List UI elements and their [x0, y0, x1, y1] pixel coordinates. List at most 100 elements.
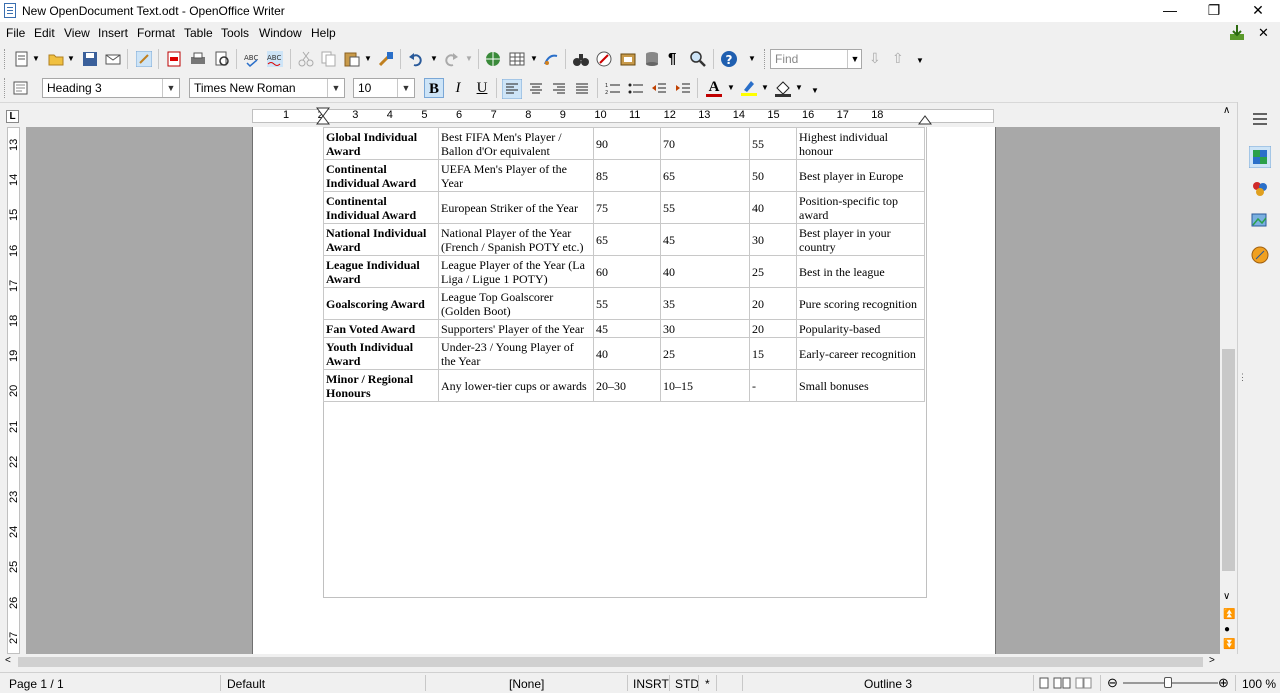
points-cell-1[interactable]: 65 — [593, 223, 661, 256]
find-next-icon[interactable]: ⇩ — [869, 50, 881, 67]
help-icon[interactable]: ? — [721, 51, 737, 67]
restore-button[interactable]: ❐ — [1192, 0, 1236, 22]
insert-mode[interactable]: INSRT — [633, 677, 669, 691]
points-cell-2[interactable]: 70 — [660, 127, 750, 160]
print-preview-icon[interactable] — [214, 51, 230, 67]
table-row[interactable]: Minor / Regional Honours Any lower-tier c… — [323, 369, 925, 402]
table-row[interactable]: Global Individual Award Best FIFA Men's P… — [323, 127, 925, 160]
update-download-icon[interactable] — [1228, 24, 1246, 42]
export-pdf-icon[interactable] — [166, 51, 182, 67]
toolbar-grip[interactable] — [4, 49, 8, 69]
email-icon[interactable] — [105, 51, 121, 67]
points-cell-3[interactable]: 15 — [749, 337, 797, 370]
language-status[interactable]: [None] — [509, 677, 544, 691]
menu-help[interactable]: Help — [311, 26, 336, 40]
points-cell-2[interactable]: 25 — [660, 337, 750, 370]
draw-functions-icon[interactable] — [543, 51, 559, 67]
document-area[interactable]: Global Individual Award Best FIFA Men's P… — [26, 127, 1220, 654]
sidebar-menu-icon[interactable] — [1252, 112, 1268, 126]
award-name-cell[interactable]: League Player of the Year (La Liga / Lig… — [438, 255, 594, 288]
single-page-view-icon[interactable] — [1038, 677, 1050, 689]
scroll-left-icon[interactable]: < — [5, 655, 11, 666]
award-category-cell[interactable]: Fan Voted Award — [323, 319, 439, 338]
increase-indent-icon[interactable] — [675, 81, 691, 97]
bold-button[interactable]: B — [424, 78, 444, 98]
points-cell-2[interactable]: 65 — [660, 159, 750, 192]
menu-window[interactable]: Window — [259, 26, 302, 40]
menu-file[interactable]: File — [6, 26, 25, 40]
chevron-down-icon[interactable]: ▼ — [162, 79, 179, 97]
properties-icon[interactable] — [1249, 146, 1271, 168]
font-color-dropdown-icon[interactable]: ▼ — [727, 83, 735, 92]
scroll-right-icon[interactable]: > — [1209, 655, 1215, 666]
menu-edit[interactable]: Edit — [34, 26, 55, 40]
award-category-cell[interactable]: Minor / Regional Honours — [323, 369, 439, 402]
award-category-cell[interactable]: National Individual Award — [323, 223, 439, 256]
font-name-select[interactable]: Times New Roman ▼ — [189, 78, 345, 98]
award-name-cell[interactable]: Under-23 / Young Player of the Year — [438, 337, 594, 370]
scroll-down-icon[interactable]: ∨ — [1223, 591, 1230, 602]
toolbar-overflow-icon[interactable]: ▼ — [748, 54, 756, 63]
spellcheck-icon[interactable]: ABC — [244, 51, 260, 67]
justify-icon[interactable] — [574, 81, 590, 97]
points-cell-3[interactable]: 55 — [749, 127, 797, 160]
sidebar-collapse-handle[interactable]: ⋮ — [1238, 372, 1247, 383]
table-row[interactable]: Continental Individual Award UEFA Men's P… — [323, 159, 925, 192]
award-category-cell[interactable]: Youth Individual Award — [323, 337, 439, 370]
notes-cell[interactable]: Best in the league — [796, 255, 925, 288]
undo-icon[interactable] — [408, 51, 424, 67]
notes-cell[interactable]: Early-career recognition — [796, 337, 925, 370]
navigator-sidebar-icon[interactable] — [1251, 246, 1269, 264]
save-icon[interactable] — [82, 51, 98, 67]
decrease-indent-icon[interactable] — [651, 81, 667, 97]
data-sources-icon[interactable] — [644, 51, 660, 67]
new-dropdown-icon[interactable]: ▼ — [32, 54, 40, 63]
multi-page-view-icon[interactable] — [1053, 677, 1071, 689]
scroll-up-icon[interactable]: ∧ — [1223, 105, 1230, 116]
find-toolbar-overflow-icon[interactable]: ▼ — [916, 56, 924, 65]
award-category-cell[interactable]: Continental Individual Award — [323, 159, 439, 192]
numbering-icon[interactable]: 12 — [605, 81, 621, 97]
align-left-icon[interactable] — [502, 79, 522, 99]
menu-tools[interactable]: Tools — [221, 26, 249, 40]
next-page-icon[interactable]: ⏬ — [1223, 639, 1235, 650]
table-row[interactable]: Goalscoring Award League Top Goalscorer (… — [323, 287, 925, 320]
chevron-down-icon[interactable]: ▼ — [397, 79, 414, 97]
font-size-select[interactable]: 10 ▼ — [353, 78, 415, 98]
points-cell-2[interactable]: 10–15 — [660, 369, 750, 402]
zoom-in-icon[interactable]: ⊕ — [1218, 675, 1229, 691]
new-document-icon[interactable] — [14, 51, 30, 67]
book-view-icon[interactable] — [1075, 677, 1093, 689]
underline-button[interactable]: U — [472, 78, 492, 98]
open-dropdown-icon[interactable]: ▼ — [67, 54, 75, 63]
points-cell-2[interactable]: 30 — [660, 319, 750, 338]
right-indent-marker-icon[interactable] — [918, 107, 932, 125]
vertical-ruler[interactable]: 13 14 15 16 17 18 19 20 21 22 23 24 25 26 27 — [0, 127, 26, 654]
align-right-icon[interactable] — [551, 81, 567, 97]
print-icon[interactable] — [190, 51, 206, 67]
document-page[interactable]: Global Individual Award Best FIFA Men's P… — [252, 127, 996, 654]
table-row[interactable]: National Individual Award National Player… — [323, 223, 925, 256]
horizontal-ruler[interactable]: L 1 2 3 4 5 6 7 8 9 10 11 12 13 14 15 16 17 18 — [0, 105, 1222, 127]
points-cell-3[interactable]: 30 — [749, 223, 797, 256]
copy-icon[interactable] — [321, 51, 337, 67]
points-cell-1[interactable]: 60 — [593, 255, 661, 288]
zoom-icon[interactable] — [690, 51, 706, 67]
points-cell-3[interactable]: 25 — [749, 255, 797, 288]
autospellcheck-icon[interactable]: ABC — [267, 51, 283, 67]
award-name-cell[interactable]: Supporters' Player of the Year — [438, 319, 594, 338]
award-category-cell[interactable]: Continental Individual Award — [323, 191, 439, 224]
bullets-icon[interactable] — [628, 81, 644, 97]
points-cell-1[interactable]: 45 — [593, 319, 661, 338]
find-dropdown-icon[interactable]: ▼ — [847, 50, 862, 68]
horizontal-scrollbar[interactable]: < > — [0, 654, 1222, 670]
award-name-cell[interactable]: Any lower-tier cups or awards — [438, 369, 594, 402]
notes-cell[interactable]: Position-specific top award — [796, 191, 925, 224]
award-category-cell[interactable]: League Individual Award — [323, 255, 439, 288]
previous-page-icon[interactable]: ⏫ — [1223, 609, 1235, 620]
points-cell-2[interactable]: 40 — [660, 255, 750, 288]
notes-cell[interactable]: Best player in your country — [796, 223, 925, 256]
tab-stop-type-icon[interactable]: L — [6, 110, 19, 123]
formatting-marks-icon[interactable]: ¶ — [668, 50, 676, 67]
notes-cell[interactable]: Popularity-based — [796, 319, 925, 338]
